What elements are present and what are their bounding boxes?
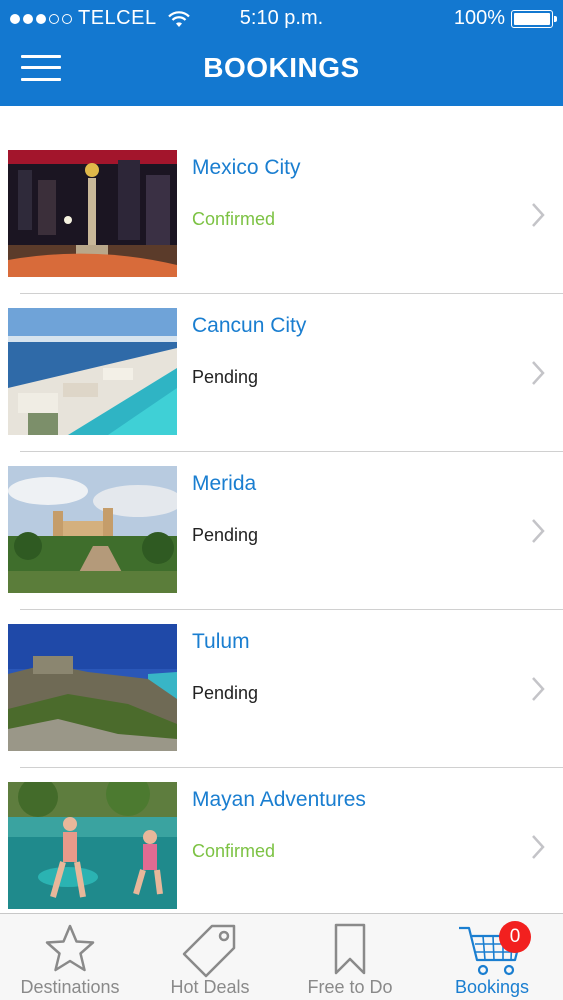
tab-bar: Destinations Hot Deals Free to Do 0 Book…: [0, 913, 563, 1000]
booking-thumbnail: [8, 624, 177, 751]
booking-row-mayan-adventures[interactable]: Mayan Adventures Confirmed: [0, 738, 563, 909]
booking-title: Tulum: [192, 630, 250, 653]
cart-count-badge: 0: [499, 921, 531, 953]
battery-icon: [511, 9, 557, 28]
tab-destinations[interactable]: Destinations: [0, 914, 140, 1000]
chevron-right-icon: [532, 519, 545, 543]
star-icon: [45, 924, 95, 972]
page-title: BOOKINGS: [203, 52, 360, 83]
tab-label: Free to Do: [307, 977, 393, 997]
tab-bookings[interactable]: 0 Bookings: [422, 914, 562, 1000]
battery-percent: 100%: [453, 7, 505, 29]
tab-label: Hot Deals: [170, 977, 250, 997]
booking-status: Confirmed: [192, 841, 276, 861]
tab-hot-deals[interactable]: Hot Deals: [140, 914, 280, 1000]
booking-title: Mexico City: [192, 156, 301, 179]
booking-thumbnail: [8, 150, 177, 277]
bookings-list: Mexico City Confirmed Cancun City Pendin…: [0, 106, 563, 913]
status-bar-right: 100%: [453, 7, 557, 30]
tab-free-to-do[interactable]: Free to Do: [280, 914, 420, 1000]
tag-icon: [182, 924, 236, 978]
booking-thumbnail: [8, 466, 177, 593]
booking-row-tulum[interactable]: Tulum Pending: [0, 580, 563, 768]
booking-row-cancun-city[interactable]: Cancun City Pending: [0, 264, 563, 452]
booking-thumbnail: [8, 782, 177, 909]
status-bar: TELCEL 5:10 p.m. 100%: [0, 0, 563, 36]
booking-status: Pending: [192, 683, 259, 703]
chevron-right-icon: [532, 835, 545, 859]
chevron-right-icon: [532, 203, 545, 227]
navigation-bar: BOOKINGS: [0, 36, 563, 106]
booking-status: Pending: [192, 367, 259, 387]
booking-row-mexico-city[interactable]: Mexico City Confirmed: [0, 106, 563, 294]
booking-status: Pending: [192, 525, 259, 545]
booking-status: Confirmed: [192, 209, 276, 229]
bookmark-icon: [334, 923, 366, 975]
chevron-right-icon: [532, 677, 545, 701]
booking-title: Mayan Adventures: [192, 788, 366, 811]
tab-label: Bookings: [454, 977, 530, 997]
tab-label: Destinations: [20, 977, 120, 997]
booking-thumbnail: [8, 308, 177, 435]
chevron-right-icon: [532, 361, 545, 385]
booking-row-merida[interactable]: Merida Pending: [0, 422, 563, 610]
booking-title: Merida: [192, 472, 257, 495]
booking-title: Cancun City: [192, 314, 307, 337]
